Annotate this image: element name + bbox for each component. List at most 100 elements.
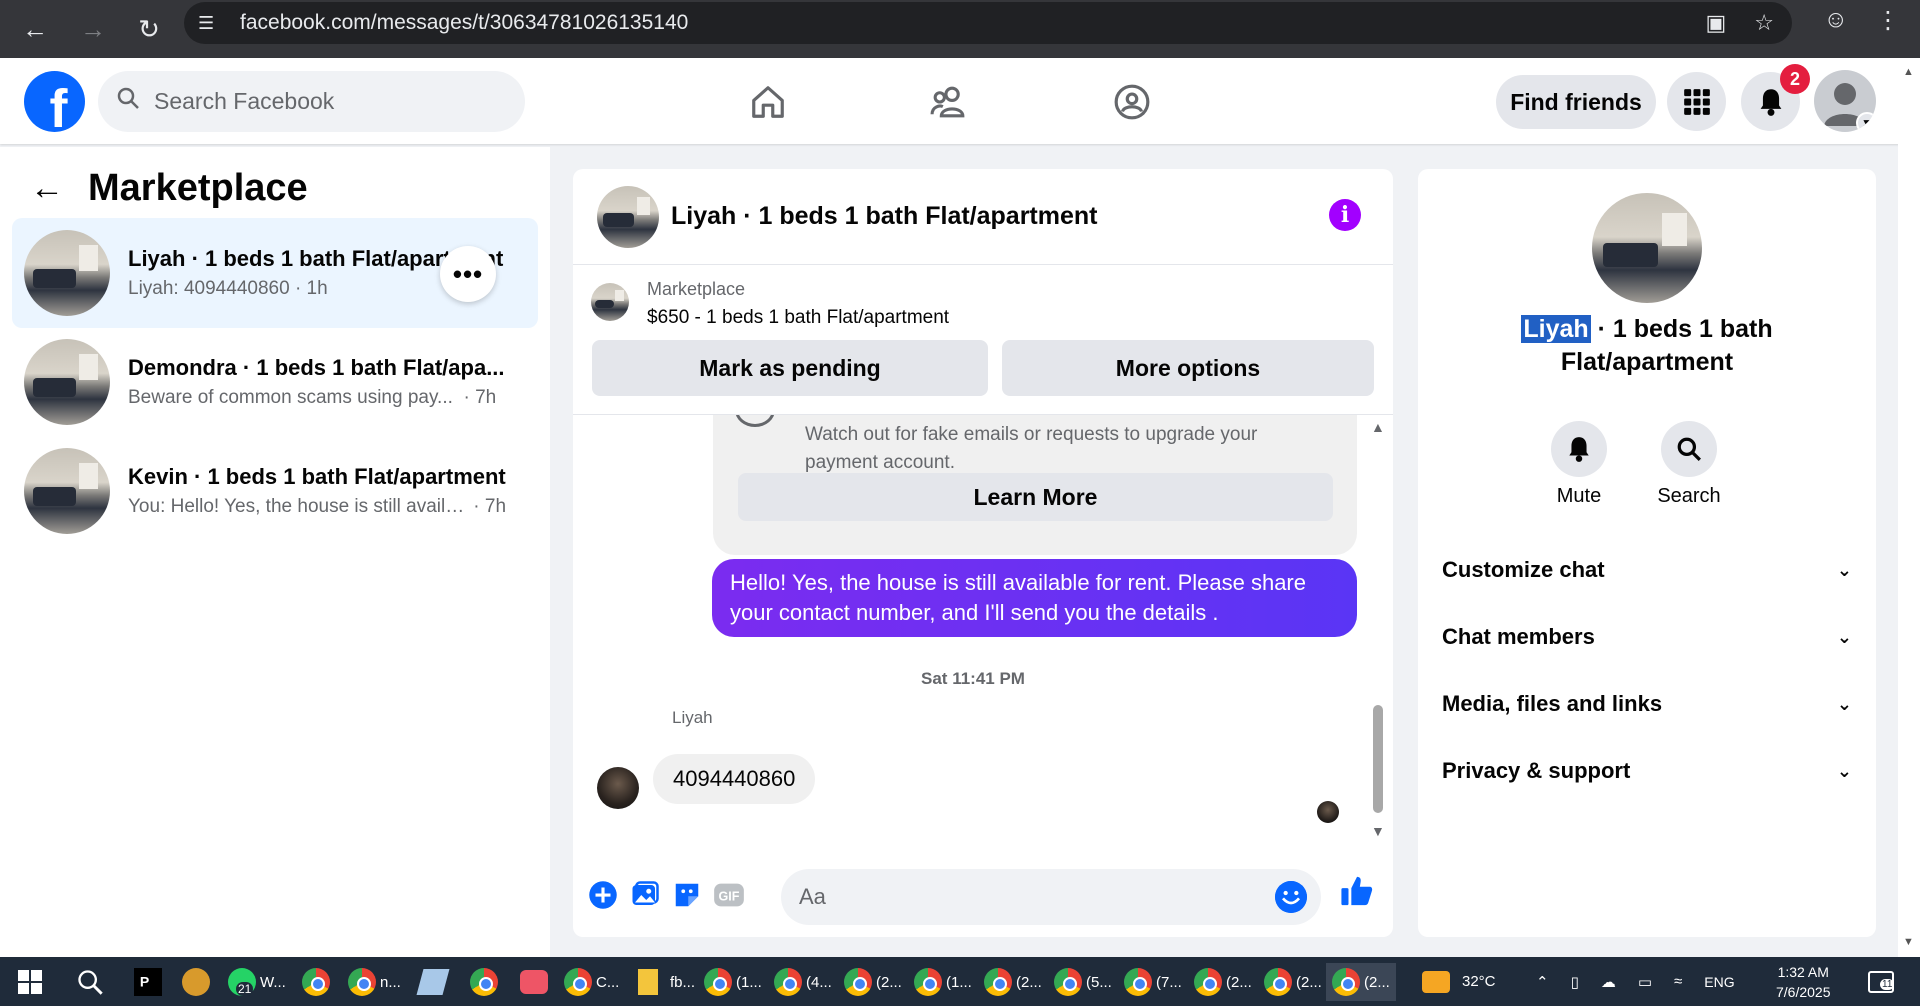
- friends-icon[interactable]: [929, 82, 969, 122]
- taskbar-label: (2...: [1226, 973, 1252, 991]
- listing-avatar[interactable]: [597, 185, 659, 248]
- profile-avatar[interactable]: ▼: [1814, 70, 1876, 132]
- conversation-time: · 1h: [294, 278, 328, 299]
- page-scrollbar[interactable]: ▲ ▼: [1898, 58, 1920, 957]
- thumbs-up-icon[interactable]: [1339, 873, 1375, 909]
- media-files-links-section[interactable]: Media, files and links ⌄: [1442, 679, 1852, 729]
- scrollbar-thumb[interactable]: [1373, 705, 1383, 813]
- back-arrow-icon[interactable]: ←: [30, 169, 64, 208]
- find-friends-button[interactable]: Find friends: [1496, 75, 1656, 129]
- windows-start-icon[interactable]: [18, 963, 42, 1001]
- taskbar-label: (5...: [1086, 973, 1112, 991]
- privacy-support-section[interactable]: Privacy & support ⌄: [1442, 746, 1852, 796]
- chat-title[interactable]: Liyah · 1 beds 1 bath Flat/apartment: [671, 202, 1097, 231]
- menu-grid-icon[interactable]: [1667, 72, 1726, 131]
- message-input-box[interactable]: [781, 869, 1321, 925]
- battery-icon[interactable]: ▭: [1638, 973, 1652, 991]
- plus-circle-icon[interactable]: [585, 877, 621, 913]
- scroll-down-arrow-icon[interactable]: ▼: [1903, 936, 1914, 948]
- clock[interactable]: 1:32 AM 7/6/2025: [1776, 957, 1831, 1006]
- app-icon[interactable]: [416, 963, 450, 1001]
- weather-widget[interactable]: 32°C: [1422, 957, 1496, 1006]
- browser-menu-icon[interactable]: ⋮: [1876, 6, 1900, 35]
- install-app-icon[interactable]: ▣: [1705, 10, 1726, 36]
- scroll-up-arrow-icon[interactable]: ▲: [1903, 66, 1914, 78]
- scroll-up-arrow-icon[interactable]: ▲: [1371, 419, 1385, 435]
- language-indicator[interactable]: ENG: [1704, 974, 1734, 990]
- chat-members-section[interactable]: Chat members ⌄: [1442, 612, 1852, 662]
- app-icon[interactable]: [520, 963, 548, 1001]
- notification-center-icon[interactable]: 11: [1868, 957, 1895, 1006]
- chrome-window[interactable]: (2...: [984, 963, 1042, 1001]
- app-icon[interactable]: [182, 963, 210, 1001]
- search-box[interactable]: [98, 71, 525, 132]
- chrome-window[interactable]: n...: [348, 963, 401, 1001]
- chrome-window[interactable]: (2...: [1194, 963, 1252, 1001]
- facebook-logo[interactable]: f: [24, 71, 85, 132]
- chrome-window[interactable]: (1...: [704, 963, 762, 1001]
- pycharm-icon[interactable]: P: [134, 963, 162, 1001]
- taskbar-label: (2...: [1016, 973, 1042, 991]
- listing-avatar: [24, 448, 110, 534]
- chevron-down-icon: ⌄: [1836, 559, 1852, 580]
- site-settings-icon[interactable]: ☰: [198, 13, 224, 34]
- chevron-up-icon[interactable]: ⌃: [1536, 973, 1549, 991]
- sender-avatar[interactable]: [597, 767, 639, 809]
- wifi-icon[interactable]: ≈: [1674, 973, 1682, 990]
- reload-icon[interactable]: ↻: [126, 6, 172, 52]
- search-conversation-button[interactable]: Search: [1644, 421, 1734, 508]
- seen-avatar: [1317, 801, 1339, 823]
- bookmark-star-icon[interactable]: ☆: [1754, 10, 1774, 36]
- chrome-window[interactable]: (4...: [774, 963, 832, 1001]
- sticker-icon[interactable]: [669, 877, 705, 913]
- account-icon[interactable]: ☺: [1823, 6, 1848, 35]
- emoji-icon[interactable]: [1275, 881, 1307, 913]
- listing-price-title[interactable]: $650 - 1 beds 1 bath Flat/apartment: [647, 307, 949, 329]
- chrome-window-active[interactable]: (2...: [1326, 963, 1396, 1001]
- chrome-window[interactable]: (1...: [914, 963, 972, 1001]
- conversation-item[interactable]: Liyah · 1 beds 1 bath Flat/apartment Liy…: [12, 218, 538, 328]
- chrome-window[interactable]: (7...: [1124, 963, 1182, 1001]
- cloud-icon[interactable]: ☁: [1601, 973, 1616, 991]
- listing-avatar-large[interactable]: [1592, 193, 1702, 303]
- groups-icon[interactable]: [1112, 82, 1152, 122]
- taskbar-label: (7...: [1156, 973, 1182, 991]
- conversation-item[interactable]: Kevin · 1 beds 1 bath Flat/apartment You…: [12, 436, 538, 546]
- info-icon[interactable]: i: [1329, 199, 1361, 231]
- customize-chat-section[interactable]: Customize chat ⌄: [1442, 545, 1852, 595]
- file-explorer-icon[interactable]: fb...: [638, 963, 695, 1001]
- scroll-down-arrow-icon[interactable]: ▼: [1371, 823, 1385, 839]
- section-label: Privacy & support: [1442, 758, 1631, 783]
- chrome-window[interactable]: [470, 963, 498, 1001]
- taskbar-search-icon[interactable]: [76, 963, 104, 1001]
- search-input[interactable]: [154, 88, 514, 115]
- svg-text:P: P: [140, 974, 149, 990]
- home-icon[interactable]: [748, 82, 788, 122]
- details-title-rest: · 1 beds 1 bath Flat/apartment: [1560, 315, 1773, 376]
- search-icon: [1661, 421, 1717, 477]
- address-bar[interactable]: ☰ facebook.com/messages/t/30634781026135…: [184, 2, 1792, 44]
- photo-icon[interactable]: [627, 877, 663, 913]
- message-input[interactable]: [799, 884, 1259, 910]
- chrome-window[interactable]: C...: [564, 963, 619, 1001]
- conversation-item[interactable]: Demondra · 1 beds 1 bath Flat/apa... Bew…: [12, 327, 538, 437]
- forward-arrow-icon[interactable]: →: [70, 6, 116, 52]
- chrome-window[interactable]: (2...: [1264, 963, 1322, 1001]
- chrome-window[interactable]: (5...: [1054, 963, 1112, 1001]
- more-options-icon[interactable]: •••: [440, 246, 496, 302]
- windows-taskbar: P 21 W... n... C... fb... (1... (4... (2…: [0, 957, 1920, 1006]
- back-arrow-icon[interactable]: ←: [12, 6, 58, 52]
- chat-window: Liyah · 1 beds 1 bath Flat/apartment i W…: [573, 169, 1393, 937]
- device-icon[interactable]: ▯: [1571, 973, 1579, 991]
- whatsapp-icon[interactable]: 21 W...: [228, 963, 286, 1001]
- more-options-button[interactable]: More options: [1002, 340, 1374, 396]
- mark-as-pending-button[interactable]: Mark as pending: [592, 340, 988, 396]
- listing-thumbnail[interactable]: [591, 283, 629, 321]
- gif-icon[interactable]: GIF: [711, 877, 747, 913]
- conversation-list: ← Marketplace Liyah · 1 beds 1 bath Flat…: [0, 147, 550, 957]
- mute-button[interactable]: Mute: [1534, 421, 1624, 508]
- learn-more-button[interactable]: Learn More: [738, 473, 1333, 521]
- chrome-window[interactable]: [302, 963, 330, 1001]
- notification-center-badge: 11: [1880, 978, 1895, 990]
- chrome-window[interactable]: (2...: [844, 963, 902, 1001]
